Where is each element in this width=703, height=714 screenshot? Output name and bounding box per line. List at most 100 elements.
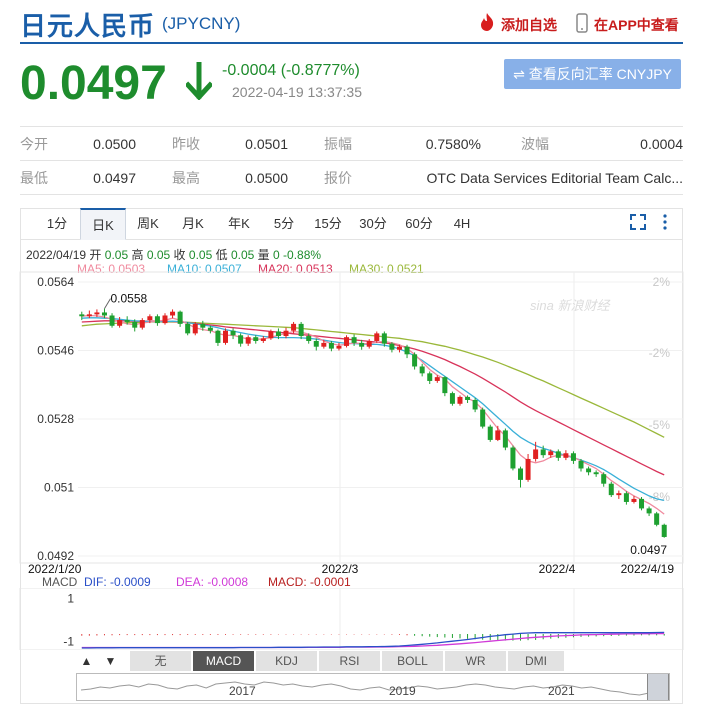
current-price: 0.0497	[20, 57, 167, 110]
candle-body	[366, 340, 372, 347]
candle-body	[608, 483, 614, 496]
dif-legend: DIF: -0.0009	[84, 575, 151, 589]
right-tick-label: 2%	[653, 275, 671, 289]
down-arrow-icon	[186, 62, 212, 100]
reverse-rate-button[interactable]: ⇌ 查看反向汇率 CNYJPY	[504, 59, 681, 89]
tab-1min[interactable]: 1分	[34, 208, 80, 240]
candle-body	[412, 354, 418, 367]
candle-body	[230, 330, 236, 336]
tab-yearly-k[interactable]: 年K	[216, 208, 262, 240]
tab-60min[interactable]: 60分	[396, 208, 442, 240]
low-value: 0.05	[230, 248, 255, 262]
candle-body	[631, 498, 637, 502]
candle-body	[495, 430, 501, 440]
candle-body	[419, 366, 425, 374]
candle-body	[253, 337, 259, 341]
indicator-tab-dmi[interactable]: DMI	[508, 651, 565, 671]
candle-body	[79, 314, 85, 317]
tab-15min[interactable]: 15分	[306, 208, 350, 240]
tab-30min[interactable]: 30分	[350, 208, 396, 240]
more-menu-icon[interactable]	[660, 213, 670, 231]
candle-body	[563, 453, 569, 458]
candle-body	[472, 399, 478, 410]
low-label: 低	[215, 248, 228, 262]
candle-body	[260, 338, 266, 341]
view-in-app-link[interactable]: 在APP中查看	[594, 15, 679, 35]
tab-weekly-k[interactable]: 周K	[126, 208, 170, 240]
candle-body	[283, 330, 289, 337]
candle-body	[359, 342, 365, 347]
indicator-tab-kdj[interactable]: KDJ	[256, 651, 318, 671]
candle-body	[457, 396, 463, 404]
tab-4h[interactable]: 4H	[442, 208, 482, 240]
candle-body	[449, 393, 455, 404]
stat-label: 今开	[20, 126, 80, 161]
ma30-line	[81, 321, 665, 438]
last-price-label: 0.0497	[630, 543, 667, 557]
candle-body	[427, 373, 433, 381]
stat-value: 0.0004	[581, 126, 683, 161]
candle-body	[306, 336, 312, 341]
candle-body	[291, 323, 297, 331]
indicator-tab-macd[interactable]: MACD	[193, 651, 255, 671]
stat-value: 0.0497	[80, 160, 136, 195]
indicator-tab-boll[interactable]: BOLL	[382, 651, 444, 671]
stat-label: 波幅	[481, 126, 581, 161]
candle-body	[215, 330, 221, 343]
stat-label: 振幅	[288, 126, 384, 161]
navigator-line	[80, 681, 650, 696]
high-value: 0.05	[146, 248, 171, 262]
candle-body	[555, 451, 561, 458]
navigator-handle[interactable]	[647, 674, 669, 700]
candle-body	[639, 498, 645, 509]
candle-body	[147, 316, 153, 321]
page-header: 日元人民币 (JPYCNY) 添加自选 在APP中查看	[0, 0, 703, 44]
y-tick-label: 0.0546	[37, 344, 74, 358]
indicator-tab-none[interactable]: 无	[130, 651, 192, 671]
scroll-up-icon[interactable]: ▲	[76, 651, 98, 671]
tab-5min[interactable]: 5分	[262, 208, 306, 240]
candle-body	[601, 474, 607, 484]
close-label: 收	[173, 248, 186, 262]
right-tick-label: -5%	[649, 418, 671, 432]
open-label: 开	[89, 248, 102, 262]
candle-body	[616, 493, 622, 496]
quote-timestamp: 2022-04-19 13:37:35	[232, 84, 362, 100]
y-tick-label: 0.0564	[37, 275, 74, 289]
candle-body	[170, 311, 176, 316]
dea-legend: DEA: -0.0008	[176, 575, 249, 589]
stats-row: 今开 0.0500 昨收 0.0501 振幅 0.7580% 波幅 0.0004	[20, 126, 683, 161]
candle-body	[404, 346, 410, 355]
add-watchlist-link[interactable]: 添加自选	[501, 15, 557, 35]
candle-body	[480, 409, 486, 427]
stat-value: 0.0500	[80, 126, 136, 161]
indicator-tab-rsi[interactable]: RSI	[319, 651, 381, 671]
info-date: 2022/04/19	[26, 248, 87, 262]
candle-body	[101, 312, 107, 316]
candle-body	[185, 323, 191, 334]
fullscreen-icon[interactable]	[629, 213, 647, 231]
scroll-down-icon[interactable]: ▼	[100, 651, 122, 671]
candle-body	[344, 337, 350, 346]
candlestick-chart[interactable]: 0.05640.05460.05280.0510.04922%-2%-5%-8%…	[0, 270, 703, 580]
high-label: 高	[131, 248, 144, 262]
period-tabs: 1分 日K 周K 月K 年K 5分 15分 30分 60分 4H	[20, 208, 683, 240]
stats-table: 今开 0.0500 昨收 0.0501 振幅 0.7580% 波幅 0.0004…	[20, 126, 683, 195]
candle-body	[298, 323, 304, 337]
range-navigator[interactable]	[76, 673, 670, 701]
candle-body	[86, 314, 92, 317]
candle-body	[275, 331, 281, 337]
candle-body	[389, 343, 395, 350]
plot-frame	[19, 271, 684, 564]
candle-body	[465, 396, 471, 400]
candle-body	[502, 430, 508, 448]
candle-body	[268, 331, 274, 339]
tab-daily-k[interactable]: 日K	[80, 208, 126, 240]
y-tick-label: 0.0528	[37, 412, 74, 426]
candle-body	[124, 320, 130, 322]
stat-label: 最低	[20, 160, 80, 195]
tab-monthly-k[interactable]: 月K	[170, 208, 216, 240]
x-tick-label: 2022/3	[322, 562, 359, 576]
candle-body	[654, 513, 660, 525]
indicator-tab-wr[interactable]: WR	[445, 651, 507, 671]
